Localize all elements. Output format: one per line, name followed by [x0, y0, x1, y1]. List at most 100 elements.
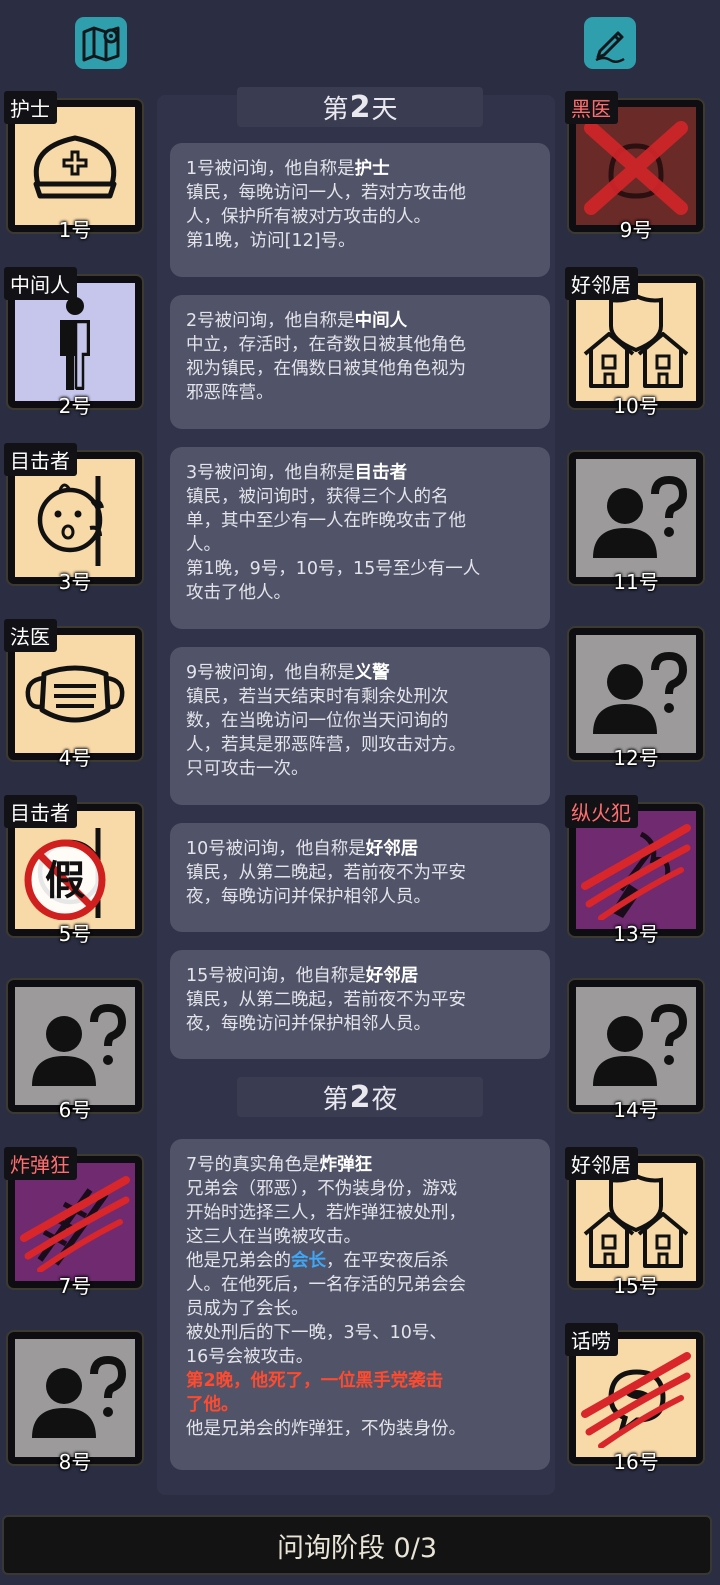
face-mask-icon	[25, 665, 125, 723]
card-text: 镇民，若当天结束时有剩余处刑次	[186, 687, 449, 707]
player-slot-12[interactable]: 12号	[567, 626, 705, 770]
card-text: 第1晚，9号，10号，15号至少有一人	[186, 559, 481, 579]
notes-button[interactable]	[584, 17, 636, 69]
player-number: 9号	[619, 218, 653, 242]
card-text: 人，保护所有被对方攻击的人。	[186, 207, 431, 227]
claimed-role: 护士	[354, 159, 390, 179]
player-slot-15[interactable]: 好邻居 15号	[565, 1147, 705, 1298]
card-text: 数，在当晚访问一位你当天问询的	[186, 711, 449, 731]
day-divider-number: 2	[349, 89, 371, 125]
role-label: 目击者	[4, 795, 77, 828]
bomber-slashed-icon	[20, 1176, 130, 1272]
card-text: 夜，每晚访问并保护相邻人员。	[186, 887, 431, 907]
night-divider-prefix: 第	[322, 1084, 349, 1115]
houses-shield-icon	[583, 293, 689, 388]
card-text: 镇民，每晚访问一人，若对方攻击他	[186, 183, 466, 203]
role-label: 纵火犯	[565, 795, 638, 828]
death-notice: 第2晚，他死了，一位黑手党袭击	[186, 1371, 444, 1391]
nurse-cap-icon	[33, 135, 117, 199]
player-slot-9[interactable]: 黑医 9号	[565, 91, 705, 242]
card-text: 中立，存活时，在奇数日被其他角色	[186, 335, 466, 355]
card-text: 7号的真实角色是	[186, 1155, 320, 1175]
card-text: 镇民，从第二晚起，若前夜不为平安	[186, 863, 466, 883]
card-text: 2号被问询，他自称是	[186, 311, 355, 331]
claimed-role: 目击者	[354, 463, 408, 483]
card-text: 镇民，被问询时，获得三个人的名	[186, 487, 449, 507]
role-label: 目击者	[4, 443, 77, 476]
player-number: 4号	[58, 746, 92, 770]
player-number: 3号	[58, 570, 92, 594]
phase-label: 问询阶段 0/3	[276, 1532, 438, 1564]
log-card-3: 3号被问询，他自称是目击者 镇民，被问询时，获得三个人的名 单，其中至少有一人在…	[170, 447, 550, 629]
player-number: 12号	[613, 746, 659, 770]
card-text: 邪恶阵营。	[186, 383, 274, 403]
card-text: 攻击了他人。	[186, 583, 291, 603]
claimed-role: 义警	[354, 663, 390, 683]
card-text: 这三人在当晚被攻击。	[186, 1227, 361, 1247]
player-slot-8[interactable]: 8号	[6, 1330, 144, 1474]
arsonist-slashed-icon	[581, 824, 691, 920]
player-slot-5[interactable]: 假 目击者 5号	[4, 795, 144, 946]
card-text: 3号被问询，他自称是	[186, 463, 355, 483]
death-notice: 了他。	[186, 1395, 239, 1415]
player-slot-11[interactable]: 11号	[567, 450, 705, 594]
card-text: 员成为了会长。	[186, 1299, 309, 1319]
leader-title: 会长	[291, 1251, 326, 1271]
night-divider-suffix: 夜	[371, 1084, 398, 1115]
player-slot-7[interactable]: 炸弹狂 7号	[4, 1147, 144, 1298]
player-slot-1[interactable]: 护士 1号	[4, 91, 144, 242]
player-slot-14[interactable]: 14号	[567, 978, 705, 1122]
player-slot-16[interactable]: 话唠 16号	[565, 1323, 705, 1474]
map-button[interactable]	[75, 17, 127, 69]
player-number: 16号	[613, 1450, 659, 1474]
card-text: 人。在他死后，一名存活的兄弟会会	[186, 1275, 466, 1295]
card-text: 单，其中至少有一人在昨晚攻击了他	[186, 511, 466, 531]
card-text: 人，若其是邪恶阵营，则攻击对方。	[186, 735, 466, 755]
player-slot-13[interactable]: 纵火犯 13号	[565, 795, 705, 946]
unknown-person-icon	[593, 1003, 688, 1086]
person-half-icon	[60, 297, 90, 390]
player-number: 5号	[58, 922, 92, 946]
chatter-slashed-icon	[581, 1352, 691, 1448]
player-number: 13号	[613, 922, 659, 946]
player-number: 14号	[613, 1098, 659, 1122]
card-text: 只可攻击一次。	[186, 759, 309, 779]
card-text: 9号被问询，他自称是	[186, 663, 355, 683]
unknown-person-icon	[32, 1355, 127, 1438]
phase-status-bar[interactable]: 问询阶段 0/3	[2, 1515, 712, 1575]
player-slot-2[interactable]: 中间人 2号	[4, 267, 144, 418]
card-text: 10号被问询，他自称是	[186, 839, 366, 859]
card-text: 镇民，从第二晚起，若前夜不为平安	[186, 990, 466, 1010]
unknown-person-icon	[593, 475, 688, 558]
card-text: 兄弟会（邪恶），不伪装身份，游戏	[186, 1179, 458, 1199]
houses-shield-icon	[583, 1173, 689, 1268]
card-text: 第1晚，访问[12]号。	[186, 231, 356, 251]
unknown-person-icon	[32, 1003, 127, 1086]
player-slot-3[interactable]: 目击者 3号	[4, 443, 144, 594]
log-card-2: 2号被问询，他自称是中间人 中立，存活时，在奇数日被其他角色 视为镇民，在偶数日…	[170, 295, 550, 429]
player-number: 7号	[58, 1274, 92, 1298]
night-divider-number: 2	[349, 1079, 371, 1115]
log-card-4: 9号被问询，他自称是义警 镇民，若当天结束时有剩余处刑次 数，在当晚访问一位你当…	[170, 647, 550, 805]
map-pin-icon	[82, 26, 120, 62]
player-slot-6[interactable]: 6号	[6, 978, 144, 1122]
crossed-out-icon	[584, 121, 688, 215]
claimed-role: 好邻居	[365, 839, 419, 859]
role-label: 好邻居	[565, 1147, 638, 1180]
player-number: 2号	[58, 394, 92, 418]
card-text: 16号会被攻击。	[186, 1347, 314, 1367]
pen-note-icon	[595, 31, 625, 63]
player-number: 1号	[58, 218, 92, 242]
night-divider: 第2夜	[237, 1077, 483, 1117]
card-text: 人。	[186, 535, 221, 555]
true-role: 炸弹狂	[319, 1155, 373, 1175]
day-divider: 第2天	[237, 87, 483, 127]
svg-text:假: 假	[45, 858, 85, 904]
card-text: 他是兄弟会的炸弹狂，不伪装身份。	[186, 1419, 466, 1439]
role-label: 黑医	[565, 91, 618, 124]
player-number: 10号	[613, 394, 659, 418]
role-label: 法医	[4, 619, 57, 652]
card-text: 夜，每晚访问并保护相邻人员。	[186, 1014, 431, 1034]
player-slot-4[interactable]: 法医 4号	[4, 619, 144, 770]
player-slot-10[interactable]: 好邻居 10号	[565, 267, 705, 418]
